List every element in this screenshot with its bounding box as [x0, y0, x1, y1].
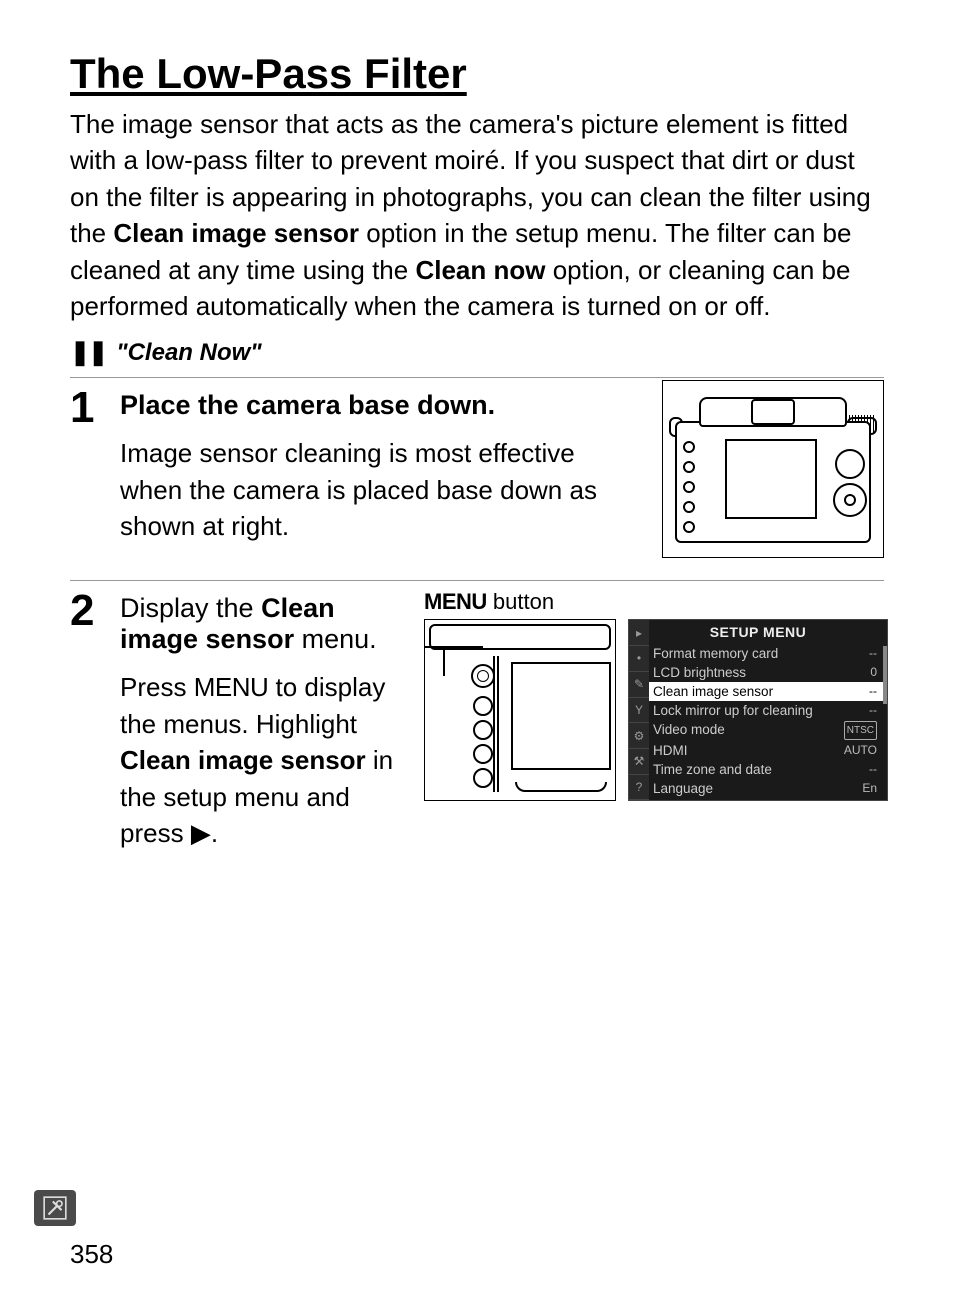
page-section-icon: [34, 1190, 76, 1226]
setup-menu-row-label: LCD brightness: [653, 664, 746, 681]
setup-menu-row: Clean image sensor --: [649, 682, 883, 701]
setup-menu-row-label: Time zone and date: [653, 761, 772, 778]
setup-menu-screenshot: ▸ • ✎ Y ⚙ ⚒ ? SETUP MENU Format memory c…: [628, 619, 888, 801]
divider: [70, 580, 884, 581]
step-number: 1: [70, 386, 100, 558]
setup-menu-row: Video mode NTSC: [649, 720, 883, 741]
intro-bold-2: Clean now: [415, 255, 545, 285]
tab-icon: Y: [629, 698, 649, 724]
step-2-title: Display the Clean image sensor menu.: [120, 593, 410, 655]
step-2-body: Press MENU to display the menus. Highlig…: [120, 669, 410, 851]
menu-word: MENU: [194, 672, 269, 702]
tab-icon: ⚒: [629, 749, 649, 775]
step-1: 1 Place the camera base down. Image sens…: [70, 386, 884, 558]
right-triangle-icon: ▶: [191, 815, 211, 851]
intro-bold-1: Clean image sensor: [113, 218, 359, 248]
setup-menu-tabs: ▸ • ✎ Y ⚙ ⚒ ?: [629, 620, 649, 800]
step-2-body-d: .: [211, 818, 218, 848]
tab-icon: ▸: [629, 620, 649, 646]
tab-icon: •: [629, 646, 649, 672]
step-2: 2 Display the Clean image sensor menu. P…: [70, 589, 884, 851]
setup-menu-row: Format memory card --: [649, 644, 883, 663]
step-number: 2: [70, 589, 100, 851]
menu-caption-a: MENU: [424, 589, 487, 614]
block-icon: ❚❚: [70, 338, 106, 367]
setup-menu-header: SETUP MENU: [629, 620, 887, 644]
setup-menu-row-value: --: [869, 683, 877, 700]
setup-menu-row-label: Lock mirror up for cleaning: [653, 702, 813, 719]
setup-menu-list: Format memory card--LCD brightness0Clean…: [649, 644, 883, 800]
setup-menu-row-label: Clean image sensor: [653, 683, 773, 700]
setup-menu-row: Lock mirror up for cleaning --: [649, 701, 883, 720]
menu-caption-b: button: [487, 589, 554, 614]
scrollbar: [883, 646, 887, 704]
setup-menu-row-value: AUTO: [844, 742, 877, 759]
setup-menu-row-label: HDMI: [653, 742, 688, 759]
tab-icon: ✎: [629, 672, 649, 698]
setup-menu-row-value: --: [869, 645, 877, 662]
menu-button-illustration: [424, 619, 616, 801]
setup-menu-row-label: Language: [653, 780, 713, 797]
step-1-title: Place the camera base down.: [120, 390, 642, 421]
setup-menu-row: Language En: [649, 779, 883, 798]
step-2-title-a: Display the: [120, 593, 261, 623]
setup-menu-row: Time zone and date --: [649, 760, 883, 779]
camera-rear-illustration: [662, 380, 884, 558]
setup-menu-row-value: NTSC: [844, 721, 877, 740]
setup-menu-row-label: Format memory card: [653, 645, 778, 662]
step-2-body-bold: Clean image sensor: [120, 745, 366, 775]
step-2-body-a: Press: [120, 672, 194, 702]
setup-menu-row-value: 0: [870, 664, 877, 681]
divider: [70, 377, 884, 378]
step-1-body: Image sensor cleaning is most effective …: [120, 435, 642, 544]
tools-icon: [42, 1195, 68, 1221]
tab-icon: ⚙: [629, 723, 649, 749]
setup-menu-row-label: Video mode: [653, 721, 725, 740]
page-title: The Low-Pass Filter: [70, 50, 884, 98]
setup-menu-row-value: --: [869, 761, 877, 778]
step-2-title-c: menu.: [294, 624, 377, 654]
tab-icon: ?: [629, 775, 649, 801]
page-number: 358: [70, 1239, 113, 1270]
menu-button-caption: MENU button: [424, 589, 888, 615]
setup-menu-row: LCD brightness 0: [649, 663, 883, 682]
intro-paragraph: The image sensor that acts as the camera…: [70, 106, 884, 324]
setup-menu-row-value: En: [862, 780, 877, 797]
subsection-label: "Clean Now": [116, 339, 261, 367]
setup-menu-row: HDMI AUTO: [649, 741, 883, 760]
setup-menu-row-value: --: [869, 702, 877, 719]
subsection-heading: ❚❚ "Clean Now": [70, 338, 884, 367]
